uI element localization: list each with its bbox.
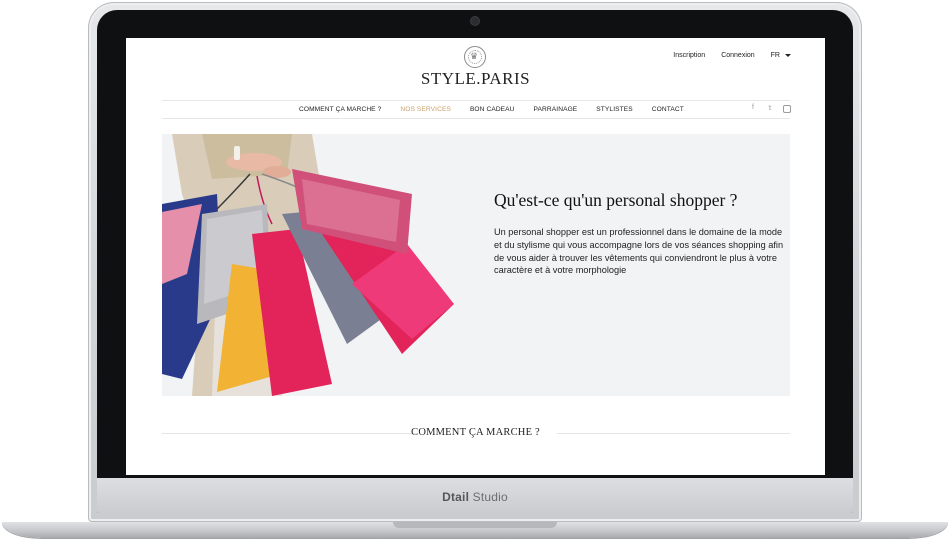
laptop-brand: Dtail Studio: [0, 490, 950, 504]
nav-item-gift-card[interactable]: BON CADEAU: [470, 106, 515, 113]
nav-item-services[interactable]: NOS SERVICES: [400, 106, 451, 113]
section-title: COMMENT ÇA MARCHE ?: [411, 427, 540, 438]
crown-icon: ♛: [470, 52, 479, 62]
hero-section: Qu'est-ce qu'un personal shopper ? Un pe…: [162, 134, 790, 396]
hero-description: Un personal shopper est un professionnel…: [494, 227, 784, 276]
signup-link[interactable]: Inscription: [673, 52, 705, 59]
language-selector[interactable]: FR: [771, 52, 791, 59]
nav-item-how-it-works[interactable]: COMMENT ÇA MARCHE ?: [299, 106, 381, 113]
chevron-down-icon: [785, 54, 791, 57]
social-links: f 𝕥: [749, 104, 791, 113]
webcam-icon: [471, 17, 479, 25]
nav-bottom-divider: [162, 118, 790, 119]
nav-top-divider: [162, 100, 790, 101]
main-nav: COMMENT ÇA MARCHE ? NOS SERVICES BON CAD…: [299, 106, 703, 113]
language-label: FR: [770, 52, 780, 59]
login-link[interactable]: Connexion: [721, 52, 754, 59]
nav-item-stylists[interactable]: STYLISTES: [596, 106, 632, 113]
twitter-icon[interactable]: 𝕥: [766, 104, 774, 113]
laptop-notch: [393, 522, 557, 528]
site-logo[interactable]: STYLE.PARIS: [126, 69, 825, 89]
nav-item-referral[interactable]: PARRAINAGE: [534, 106, 578, 113]
website-screen: Inscription Connexion FR ♛ STYLE.PARIS C…: [126, 38, 825, 475]
shopping-bags-image: [162, 134, 454, 396]
nav-item-contact[interactable]: CONTACT: [652, 106, 684, 113]
hero-title: Qu'est-ce qu'un personal shopper ?: [494, 190, 738, 210]
brand-bold: Dtail: [442, 490, 470, 504]
facebook-icon[interactable]: f: [749, 104, 757, 113]
instagram-icon[interactable]: [783, 105, 791, 113]
account-nav: Inscription Connexion FR: [673, 52, 791, 59]
laptop-mockup: Dtail Studio Inscription Connexion FR ♛ …: [0, 0, 950, 545]
brand-rest: Studio: [472, 490, 508, 504]
